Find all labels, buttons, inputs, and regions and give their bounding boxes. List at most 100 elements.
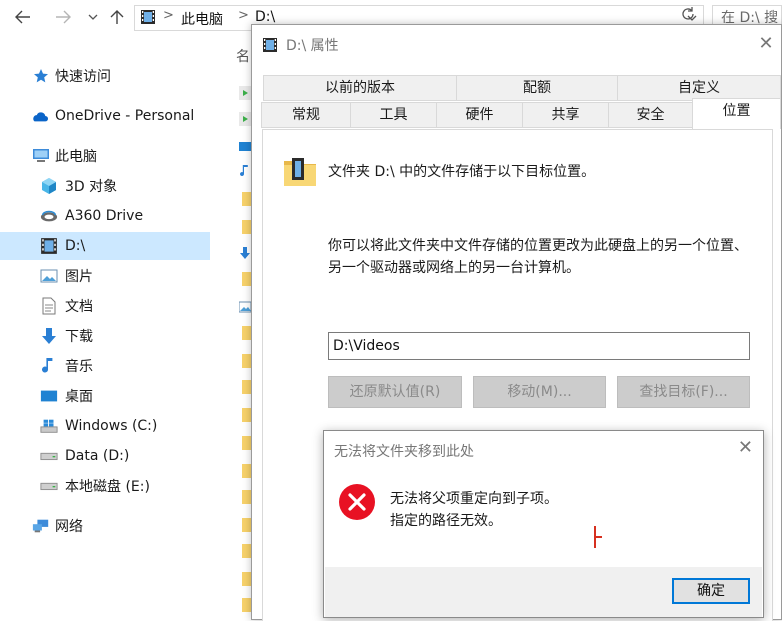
breadcrumb-separator-icon: > (163, 8, 174, 23)
folder-icon (242, 544, 251, 558)
sidebar-item-label: 3D 对象 (65, 179, 118, 195)
annotation-mark (596, 536, 602, 538)
find-target-button[interactable]: 查找目标(F)... (617, 376, 750, 408)
ok-button[interactable]: 确定 (672, 578, 750, 604)
folder-icon (242, 598, 251, 612)
tab-security[interactable]: 安全 (608, 102, 693, 128)
tab-location[interactable]: 位置 (692, 98, 781, 129)
pictures-icon (40, 267, 58, 285)
sidebar-item-label: D:\ (65, 238, 86, 254)
refresh-icon[interactable] (680, 6, 696, 26)
desktop-icon (40, 387, 58, 405)
tab-previous-versions[interactable]: 以前的版本 (263, 75, 457, 101)
tab-general[interactable]: 常规 (261, 102, 351, 128)
sidebar-item-a360-drive[interactable]: A360 Drive (0, 202, 210, 230)
sidebar-item-downloads[interactable]: 下载 (0, 322, 210, 350)
document-icon (40, 297, 58, 315)
sidebar-item-label: Data (D:) (65, 448, 130, 464)
sidebar-item-label: Windows (C:) (65, 418, 158, 434)
sidebar-item-this-pc[interactable]: 此电脑 (0, 142, 210, 170)
sidebar-item-music[interactable]: 音乐 (0, 352, 210, 380)
network-icon (32, 517, 50, 535)
cloud-icon (30, 107, 48, 125)
error-icon (338, 483, 376, 525)
sidebar-item-drive-d[interactable]: Data (D:) (0, 442, 210, 470)
location-path-input[interactable]: D:\Videos (328, 332, 750, 360)
error-message: 无法将父项重定向到子项。 (390, 491, 558, 507)
sidebar-item-pictures[interactable]: 图片 (0, 262, 210, 290)
move-button[interactable]: 移动(M)... (473, 376, 606, 408)
computer-icon (32, 147, 50, 165)
sidebar-item-network[interactable]: 网络 (0, 512, 210, 540)
tab-tools[interactable]: 工具 (350, 102, 437, 128)
location-info-text: 文件夹 D:\ 中的文件存储于以下目标位置。 (328, 164, 596, 180)
tab-quota[interactable]: 配额 (456, 75, 618, 101)
breadcrumb-this-pc[interactable]: 此电脑 (181, 9, 223, 29)
sidebar-item-label: 快速访问 (55, 69, 111, 85)
star-icon (32, 67, 50, 85)
close-icon[interactable]: ✕ (738, 437, 753, 458)
tab-sharing[interactable]: 共享 (522, 102, 609, 128)
folder-icon (242, 272, 251, 286)
a360-icon (40, 207, 58, 225)
folder-icon (242, 326, 251, 340)
chevron-down-icon[interactable] (82, 6, 104, 28)
sidebar-item-3d-objects[interactable]: 3D 对象 (0, 172, 210, 200)
breadcrumb-separator-icon: > (238, 8, 249, 23)
restore-default-button[interactable]: 还原默认值(R) (328, 376, 462, 408)
sidebar-item-label: OneDrive - Personal (55, 108, 195, 124)
folder-icon (242, 436, 251, 450)
arrow-right-icon[interactable] (52, 6, 74, 28)
arrow-left-icon[interactable] (12, 6, 34, 28)
folder-icon (242, 408, 251, 422)
sidebar-item-label: 桌面 (65, 389, 93, 405)
sidebar-item-quick-access[interactable]: 快速访问 (0, 62, 210, 90)
video-folder-icon (140, 9, 156, 29)
sidebar-item-onedrive[interactable]: OneDrive - Personal (0, 102, 210, 130)
dialog-title: D:\ 属性 (286, 38, 339, 54)
sidebar-item-drive-e[interactable]: 本地磁盘 (E:) (0, 472, 210, 500)
sidebar-item-label: 文档 (65, 299, 93, 315)
location-description: 你可以将此文件夹中文件存储的位置更改为此硬盘上的另一个位置、另一个驱动器或网络上… (328, 238, 748, 276)
video-file-icon (239, 86, 251, 100)
music-icon (40, 357, 58, 375)
sidebar-item-desktop[interactable]: 桌面 (0, 382, 210, 410)
download-icon (240, 247, 250, 259)
close-icon[interactable]: ✕ (755, 33, 777, 55)
sidebar-item-drive-c[interactable]: Windows (C:) (0, 412, 210, 440)
drive-icon (40, 477, 58, 495)
error-dialog-title: 无法将文件夹移到此处 (334, 444, 474, 460)
column-header-name[interactable]: 名 (236, 46, 250, 66)
arrow-up-icon[interactable] (106, 6, 128, 28)
sidebar-item-label: 本地磁盘 (E:) (65, 479, 150, 495)
sidebar-item-label: 网络 (55, 519, 83, 535)
tab-hardware[interactable]: 硬件 (436, 102, 523, 128)
folder-icon (242, 464, 251, 478)
video-folder-icon (282, 153, 318, 193)
video-file-icon (239, 112, 251, 126)
video-folder-icon (40, 237, 58, 255)
folder-icon (242, 490, 251, 504)
sidebar-item-label: 音乐 (65, 359, 93, 375)
sidebar-item-label: 此电脑 (55, 149, 97, 165)
sidebar-item-label: A360 Drive (65, 208, 144, 224)
dialog-titlebar: D:\ 属性 (262, 35, 339, 55)
windows-drive-icon (40, 417, 58, 435)
folder-icon (242, 354, 251, 368)
error-detail: 指定的路径无效。 (390, 513, 502, 529)
sidebar-item-label: 图片 (65, 269, 93, 285)
download-icon (40, 327, 58, 345)
cube-icon (40, 177, 58, 195)
breadcrumb-d-drive[interactable]: D:\ (255, 9, 275, 25)
folder-icon (242, 192, 251, 206)
video-folder-icon (263, 38, 277, 52)
drive-icon (40, 447, 58, 465)
folder-icon (242, 380, 251, 394)
desktop-icon (239, 142, 251, 151)
sidebar-item-documents[interactable]: 文档 (0, 292, 210, 320)
sidebar-item-d-drive-videos[interactable]: D:\ (0, 232, 210, 260)
folder-icon (242, 518, 251, 532)
error-dialog: 无法将文件夹移到此处 ✕ 无法将父项重定向到子项。 指定的路径无效。 确定 (323, 430, 764, 618)
pictures-icon (239, 301, 251, 313)
folder-icon (242, 572, 251, 586)
